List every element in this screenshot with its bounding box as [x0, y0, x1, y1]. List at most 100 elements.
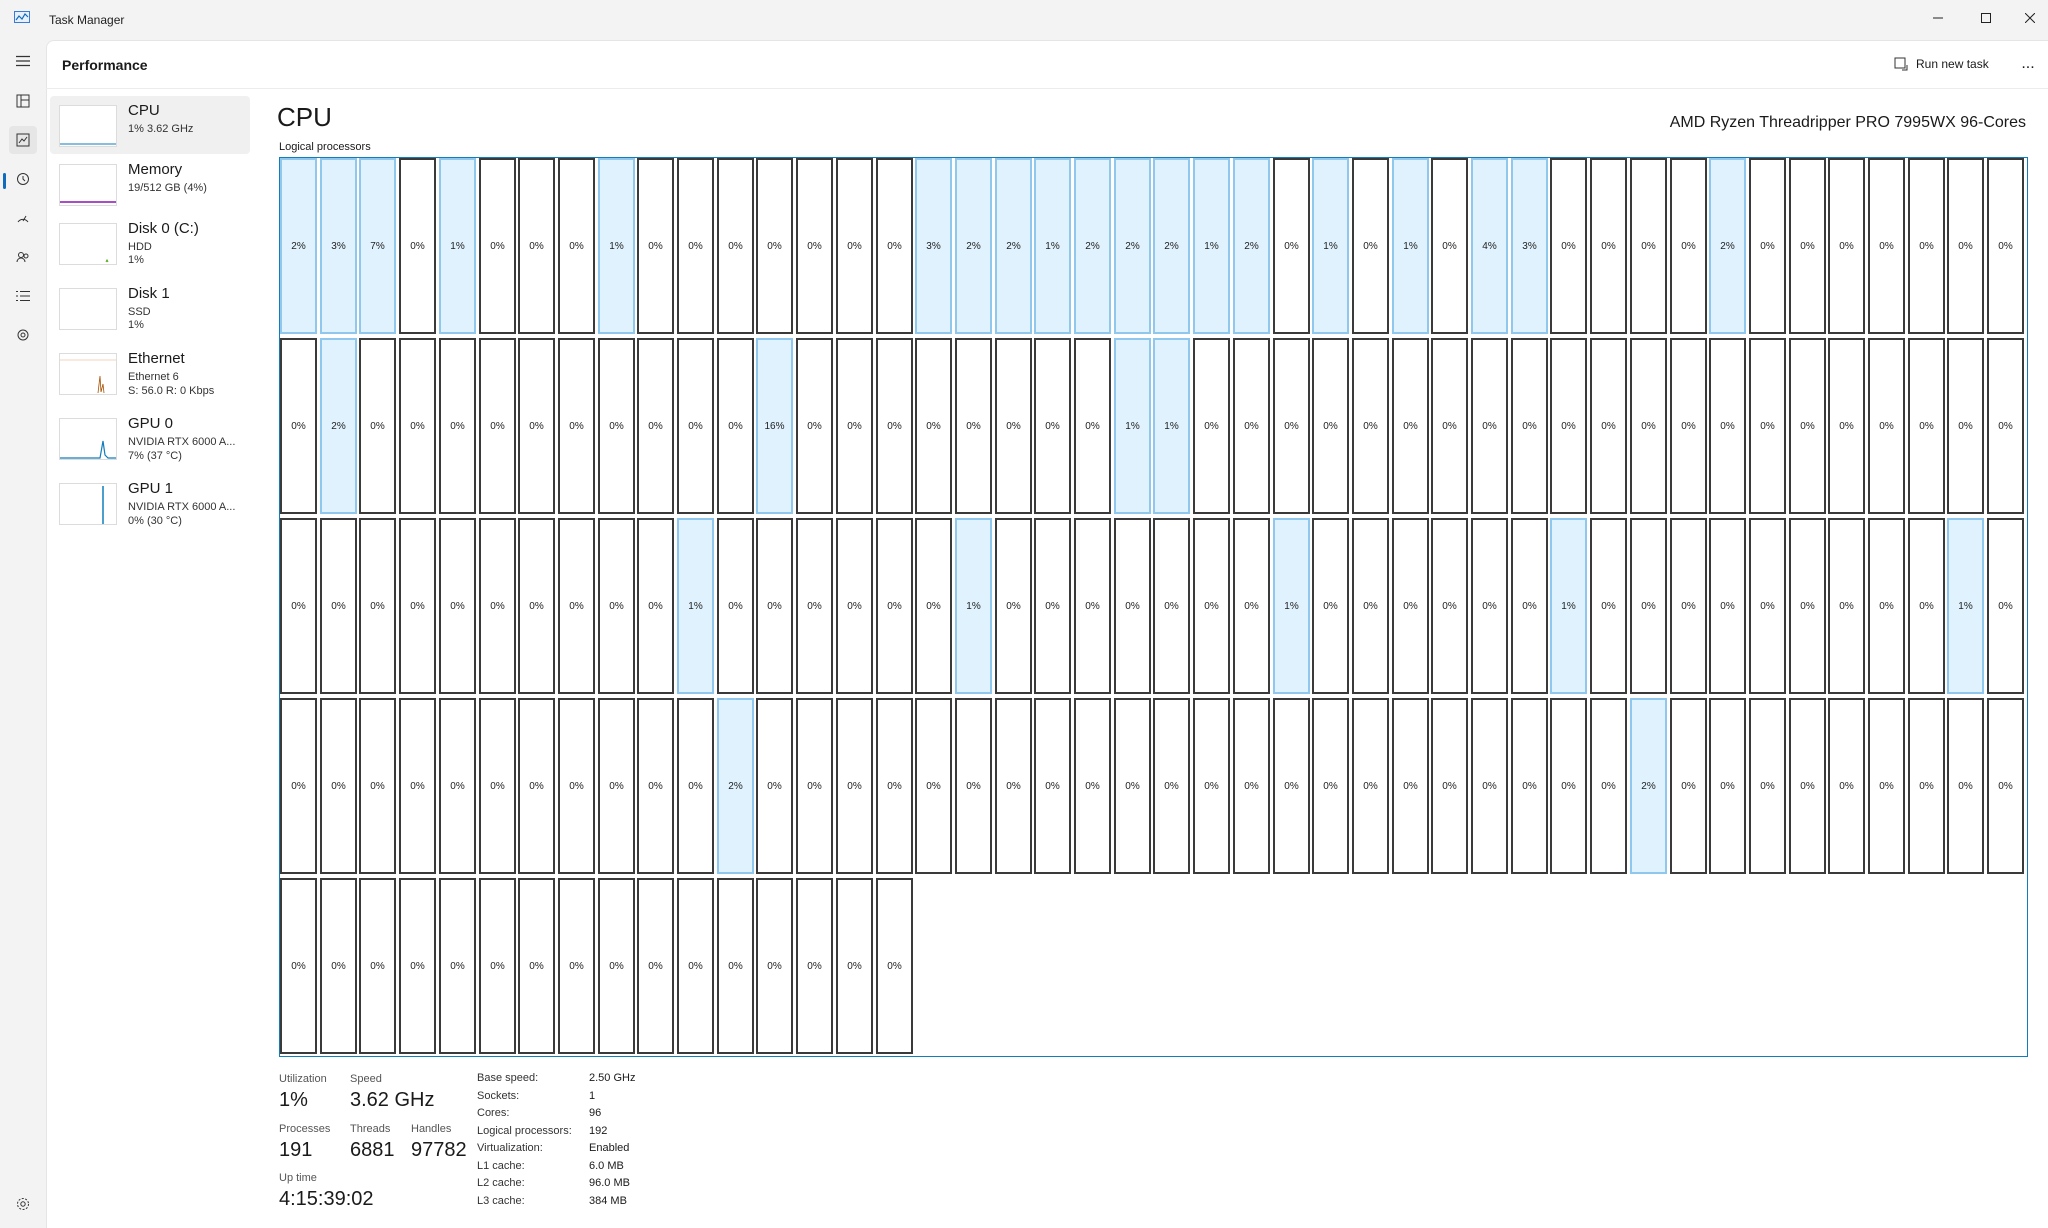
logical-processor-cell: 0%: [518, 338, 555, 514]
logical-processor-cell: 0%: [1908, 698, 1945, 874]
nav-users[interactable]: [9, 243, 37, 271]
ethernet-thumbnail-graph: [59, 353, 117, 395]
nav-startup-apps[interactable]: [9, 204, 37, 232]
logical-processor-cell: 0%: [995, 698, 1032, 874]
logical-processor-cell: 0%: [756, 698, 793, 874]
logical-processor-cell: 0%: [518, 518, 555, 694]
sidebar-item-memory[interactable]: Memory 19/512 GB (4%): [50, 155, 250, 213]
logical-processor-cell: 0%: [1868, 158, 1905, 334]
logical-processor-cell: 0%: [1431, 338, 1468, 514]
sidebar-item-detail: Ethernet 6: [128, 371, 179, 383]
logical-processor-cell: 0%: [637, 158, 674, 334]
nav-details[interactable]: [9, 282, 37, 310]
logical-processor-cell: 0%: [1074, 518, 1111, 694]
details-icon: [16, 291, 30, 301]
nav-performance[interactable]: [9, 126, 37, 154]
logical-processors-label: Logical processors: [279, 141, 371, 153]
spec-label: Sockets:: [477, 1090, 520, 1102]
logical-processor-cell: 0%: [1312, 338, 1349, 514]
handles-value: 97782: [411, 1139, 467, 1161]
spec-value: 96.0 MB: [589, 1177, 630, 1189]
logical-processor-cell: 0%: [399, 698, 436, 874]
more-options-button[interactable]: ...: [2016, 52, 2040, 76]
logical-processor-cell: 0%: [1352, 158, 1389, 334]
close-button[interactable]: [2008, 0, 2048, 36]
logical-processor-cell: 0%: [1630, 158, 1667, 334]
logical-processor-cell: 0%: [637, 698, 674, 874]
logical-processor-cell: 0%: [836, 698, 873, 874]
logical-processor-cell: 0%: [1550, 698, 1587, 874]
run-new-task-label: Run new task: [1916, 57, 1989, 71]
logical-processor-cell: 0%: [359, 518, 396, 694]
logical-processor-cell: 0%: [1828, 518, 1865, 694]
logical-processor-cell: 0%: [359, 338, 396, 514]
nav-settings[interactable]: [9, 1190, 37, 1218]
sidebar-item-name: GPU 0: [128, 415, 174, 432]
spec-value: 192: [589, 1125, 608, 1137]
sidebar-item-detail: 19/512 GB (4%): [128, 182, 207, 194]
title-bar: Task Manager: [0, 0, 2048, 40]
logical-processor-cell: 0%: [637, 878, 674, 1054]
logical-processors-grid: 2% 3% 7% 0% 1% 0% 0% 0% 1% 0% 0% 0% 0% 0% 0% 0% 3% 2% 2% 1%…: [279, 157, 2028, 1057]
logical-processor-cell: 2%: [1630, 698, 1667, 874]
logical-processor-cell: 0%: [479, 518, 516, 694]
sidebar-item-detail: 7% (37 °C): [128, 450, 182, 462]
maximize-button[interactable]: [1964, 0, 2008, 36]
logical-processor-cell: 0%: [1709, 518, 1746, 694]
sidebar-item-detail: NVIDIA RTX 6000 A...: [128, 501, 236, 513]
logical-processor-cell: 0%: [876, 518, 913, 694]
logical-processor-cell: 0%: [479, 698, 516, 874]
logical-processor-cell: 0%: [1431, 518, 1468, 694]
more-options-icon: ...: [2021, 55, 2035, 72]
logical-processor-cell: 2%: [955, 158, 992, 334]
active-nav-indicator: [3, 173, 6, 189]
logical-processor-cell: 1%: [598, 158, 635, 334]
logical-processor-cell: 1%: [1947, 518, 1984, 694]
close-icon: [2025, 13, 2035, 23]
logical-processor-cell: 0%: [1034, 518, 1071, 694]
logical-processor-cell: 0%: [1233, 338, 1270, 514]
sidebar-item-disk-1[interactable]: Disk 1 SSD 1%: [50, 279, 250, 337]
logical-processor-cell: 0%: [1868, 518, 1905, 694]
sidebar-item-gpu-1[interactable]: GPU 1 NVIDIA RTX 6000 A... 0% (30 °C): [50, 474, 250, 532]
logical-processor-cell: 0%: [717, 338, 754, 514]
hamburger-menu-button[interactable]: [9, 47, 37, 75]
logical-processor-cell: 0%: [677, 158, 714, 334]
sidebar-item-gpu-0[interactable]: GPU 0 NVIDIA RTX 6000 A... 7% (37 °C): [50, 409, 250, 467]
threads-label: Threads: [350, 1123, 391, 1135]
logical-processor-cell: 2%: [1153, 158, 1190, 334]
sidebar-item-ethernet[interactable]: Ethernet Ethernet 6 S: 56.0 R: 0 Kbps: [50, 344, 250, 402]
minimize-button[interactable]: [1916, 0, 1960, 36]
sidebar-item-detail: S: 56.0 R: 0 Kbps: [128, 385, 215, 397]
memory-thumbnail-graph: [59, 164, 117, 206]
logical-processor-cell: 0%: [677, 338, 714, 514]
logical-processor-cell: 0%: [1789, 158, 1826, 334]
logical-processor-cell: 0%: [1312, 518, 1349, 694]
sidebar-item-detail: NVIDIA RTX 6000 A...: [128, 436, 236, 448]
logical-processor-cell: 0%: [836, 338, 873, 514]
logical-processor-cell: 0%: [1193, 698, 1230, 874]
logical-processor-cell: 0%: [1630, 338, 1667, 514]
sidebar-item-detail: 1%: [128, 319, 144, 331]
services-icon: [17, 329, 29, 341]
sidebar-item-disk-0[interactable]: Disk 0 (C:) HDD 1%: [50, 214, 250, 272]
sidebar-item-cpu[interactable]: CPU 1% 3.62 GHz: [50, 96, 250, 154]
logical-processor-cell: 0%: [796, 698, 833, 874]
logical-processor-cell: 0%: [558, 698, 595, 874]
logical-processor-cell: 0%: [479, 338, 516, 514]
run-new-task-button[interactable]: Run new task: [1894, 52, 1989, 76]
logical-processor-cell: 0%: [439, 338, 476, 514]
logical-processor-cell: 1%: [1392, 158, 1429, 334]
speed-value: 3.62 GHz: [350, 1089, 435, 1111]
nav-services[interactable]: [9, 321, 37, 349]
logical-processor-cell: 0%: [995, 518, 1032, 694]
sidebar-item-name: Ethernet: [128, 350, 185, 367]
processes-label: Processes: [279, 1123, 331, 1135]
logical-processor-cell: 0%: [1233, 698, 1270, 874]
spec-label: Base speed:: [477, 1072, 539, 1084]
logical-processor-cell: 3%: [1511, 158, 1548, 334]
nav-app-history[interactable]: [9, 165, 37, 193]
logical-processor-cell: 0%: [1670, 518, 1707, 694]
logical-processor-cell: 0%: [1590, 698, 1627, 874]
nav-processes[interactable]: [9, 87, 37, 115]
